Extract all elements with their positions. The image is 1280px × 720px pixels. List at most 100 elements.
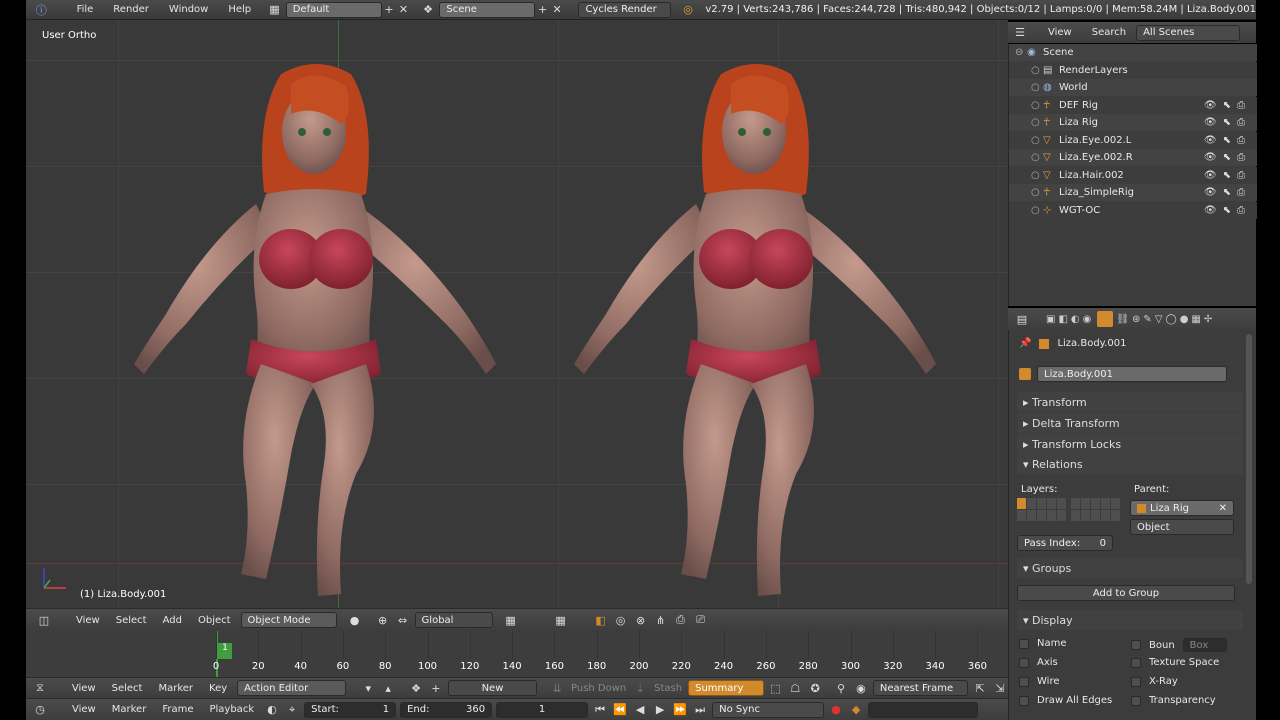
next-keyframe-icon[interactable]: ⏩ — [672, 702, 688, 718]
pin-icon[interactable]: 📌 — [1019, 338, 1031, 349]
remove-scene-icon[interactable]: ✕ — [550, 2, 565, 18]
outliner-item[interactable]: ⊖ ◉ Scene — [1009, 44, 1257, 61]
interp-icon[interactable]: ◉ — [853, 680, 869, 696]
outliner-item[interactable]: ○ ⊹ WGT-OC 👁⬉⎙ — [1009, 201, 1257, 219]
panel-groups[interactable]: ▾ Groups — [1017, 558, 1243, 578]
render-anim-icon[interactable]: ⎚ — [693, 612, 709, 628]
push-down-button[interactable]: Push Down — [569, 683, 628, 694]
menu-add[interactable]: Add — [157, 615, 188, 626]
visibility-icons[interactable]: 👁⬉⎙ — [1204, 135, 1251, 146]
layers-grid-icon[interactable]: ▦ — [503, 612, 519, 628]
play-icon[interactable]: ▶ — [652, 702, 668, 718]
menu-view-ae[interactable]: View — [66, 683, 102, 694]
dopesheet-editor-icon[interactable]: ⧖ — [32, 680, 48, 696]
menu-file[interactable]: File — [67, 4, 104, 15]
panel-relations[interactable]: ▾ Relations — [1017, 454, 1243, 474]
menu-key-ae[interactable]: Key — [203, 683, 233, 694]
panel-delta-transform[interactable]: ▸ Delta Transform — [1017, 413, 1243, 433]
menu-window[interactable]: Window — [159, 4, 218, 15]
visibility-icons[interactable]: 👁⬉⎙ — [1204, 100, 1251, 111]
character-model-left[interactable] — [86, 44, 546, 608]
display-all-edges-option[interactable]: Draw All Edges — [1019, 695, 1112, 706]
outliner-item[interactable]: ○ ☥ Liza_SimpleRig 👁⬉⎙ — [1009, 184, 1257, 201]
bounds-type-selector[interactable]: Box — [1182, 638, 1227, 652]
remove-layout-icon[interactable]: ✕ — [396, 2, 411, 18]
summary-toggle[interactable]: Summary — [688, 680, 764, 696]
render-engine-selector[interactable]: Cycles Render — [578, 1, 671, 18]
new-action-button[interactable]: New — [447, 680, 538, 696]
properties-tab-icons-2[interactable]: ⛓⊛✎▽◯●▦✢ — [1116, 314, 1215, 325]
keying-icon[interactable]: ◆ — [848, 702, 864, 718]
visibility-icons[interactable]: 👁⬉⎙ — [1204, 170, 1251, 181]
jump-start-icon[interactable]: ⏮ — [592, 702, 608, 718]
menu-frame-tl[interactable]: Frame — [156, 704, 199, 715]
display-xray-option[interactable]: X-Ray — [1131, 676, 1178, 687]
snap-magnet-icon[interactable]: ⋔ — [653, 612, 669, 628]
copy-keys-icon[interactable]: ⇱ — [972, 680, 988, 696]
shading-icon[interactable]: ● — [347, 612, 363, 628]
end-frame-field[interactable]: End: 360 — [400, 701, 493, 718]
pivot-icon[interactable]: ⊕ — [375, 612, 391, 628]
render-icon[interactable]: ⎙ — [673, 612, 689, 628]
outliner-item[interactable]: ○ ▽ Liza.Eye.002.R 👁⬉⎙ — [1009, 149, 1257, 166]
menu-marker-ae[interactable]: Marker — [152, 683, 199, 694]
action-link-icon[interactable]: ❖ — [408, 680, 424, 696]
add-scene-icon[interactable]: + — [535, 2, 550, 18]
layout-selector[interactable]: Default — [285, 1, 382, 18]
outliner-item[interactable]: ○ ▽ Liza.Eye.002.L 👁⬉⎙ — [1009, 131, 1257, 149]
start-frame-field[interactable]: Start: 1 — [304, 701, 397, 718]
filter-icon[interactable]: ✪ — [807, 680, 823, 696]
menu-select-ae[interactable]: Select — [106, 683, 149, 694]
parent-type-selector[interactable]: Object — [1130, 519, 1234, 535]
expand-icon[interactable]: ○ — [1031, 152, 1043, 163]
jump-end-icon[interactable]: ⏭ — [692, 702, 708, 718]
parent-field[interactable]: Liza Rig ✕ — [1130, 500, 1234, 516]
action-up-icon[interactable]: ▴ — [380, 680, 396, 696]
preview-range-icon[interactable]: ◐ — [264, 702, 280, 718]
play-reverse-icon[interactable]: ◀ — [632, 702, 648, 718]
character-model-right[interactable] — [526, 44, 986, 608]
push-down-icon[interactable]: ⇊ — [549, 680, 565, 696]
timeline-editor-icon[interactable]: ◷ — [32, 702, 48, 718]
sync-mode-selector[interactable]: No Sync — [712, 701, 825, 718]
scene-selector[interactable]: Scene — [439, 1, 536, 18]
layers-grid-a[interactable] — [1017, 498, 1066, 521]
panel-transform[interactable]: ▸ Transform — [1017, 392, 1243, 412]
stash-icon[interactable]: ⇣ — [632, 680, 648, 696]
expand-icon[interactable]: ⊖ — [1015, 47, 1027, 58]
pass-index-field[interactable]: Pass Index: 0 — [1017, 535, 1113, 551]
outliner-editor-icon[interactable]: ☰ — [1012, 25, 1028, 41]
outliner-item[interactable]: ○ ☥ Liza Rig 👁⬉⎙ — [1009, 114, 1257, 131]
new-action-icon[interactable]: + — [428, 680, 444, 696]
clear-parent-icon[interactable]: ✕ — [1219, 503, 1227, 514]
menu-object[interactable]: Object — [192, 615, 237, 626]
proportional-icon[interactable]: ◎ — [613, 612, 629, 628]
display-name-option[interactable]: Name — [1019, 638, 1067, 649]
outliner-menu-view[interactable]: View — [1038, 27, 1082, 38]
properties-editor-icon[interactable]: ▤ — [1014, 311, 1030, 327]
display-transparency-option[interactable]: Transparency — [1131, 695, 1216, 706]
3d-viewport[interactable]: User Ortho (1) Liza.Body.001 — [26, 20, 1008, 608]
menu-playback-tl[interactable]: Playback — [203, 704, 260, 715]
snap-mode-selector[interactable]: Nearest Frame — [872, 680, 969, 696]
outliner-menu-search[interactable]: Search — [1082, 27, 1136, 38]
menu-help[interactable]: Help — [218, 4, 261, 15]
action-browse-icon[interactable]: ▾ — [360, 680, 376, 696]
outliner-item[interactable]: ○ ☥ DEF Rig 👁⬉⎙ — [1009, 96, 1257, 114]
display-bounds-option[interactable]: Boun Box — [1131, 638, 1227, 652]
panel-transform-locks[interactable]: ▸ Transform Locks — [1017, 434, 1243, 454]
expand-icon[interactable]: ○ — [1031, 135, 1043, 146]
outliner-item[interactable]: ○ ◍ World — [1009, 79, 1257, 96]
menu-view-tl[interactable]: View — [66, 704, 102, 715]
expand-icon[interactable]: ○ — [1031, 170, 1043, 181]
ghost-icon[interactable]: ☖ — [787, 680, 803, 696]
expand-icon[interactable]: ○ — [1031, 205, 1043, 216]
visibility-icons[interactable]: 👁⬉⎙ — [1204, 117, 1251, 128]
display-axis-option[interactable]: Axis — [1019, 657, 1058, 668]
visibility-icons[interactable]: 👁⬉⎙ — [1204, 205, 1251, 216]
display-texture-space-option[interactable]: Texture Space — [1131, 657, 1219, 668]
display-wire-option[interactable]: Wire — [1019, 676, 1060, 687]
menu-view[interactable]: View — [70, 615, 106, 626]
expand-icon[interactable]: ○ — [1031, 187, 1043, 198]
snap-icon[interactable]: ⊗ — [633, 612, 649, 628]
